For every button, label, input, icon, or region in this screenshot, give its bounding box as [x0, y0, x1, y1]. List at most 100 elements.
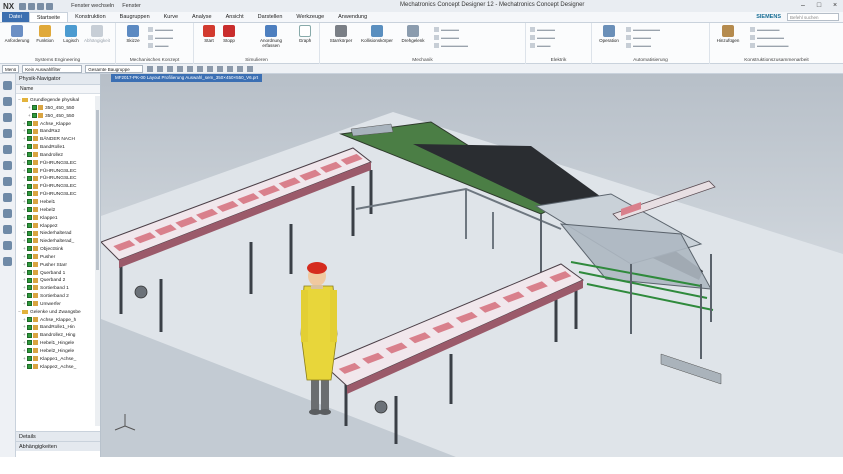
history-icon[interactable] [3, 193, 12, 202]
visibility-checkbox[interactable] [27, 285, 32, 291]
tree-item[interactable]: + Hebel2 [16, 206, 95, 214]
visibility-checkbox[interactable] [32, 105, 37, 111]
visibility-checkbox[interactable] [27, 238, 32, 244]
close-icon[interactable]: × [827, 0, 843, 12]
visibility-checkbox[interactable] [27, 144, 32, 150]
tree-item[interactable]: + Klappe2_Achse_ [16, 363, 95, 371]
tree-item[interactable]: + Klappe1_Achse_ [16, 355, 95, 363]
skizze-button[interactable]: Skizze [120, 25, 146, 43]
window-menu-button[interactable]: Fenster [122, 3, 141, 9]
tab-kurve[interactable]: Kurve [157, 12, 185, 22]
part-file-tab[interactable]: MF2017-PK-00 Layout Profilierung Auswahl… [111, 74, 263, 82]
tree-item[interactable]: + FÜHRUNGSLEC [16, 182, 95, 190]
tree-item[interactable]: + FÜHRUNGSLEC [16, 159, 95, 167]
layer-icon[interactable] [227, 65, 234, 72]
navigator-scrollbar[interactable] [95, 96, 100, 426]
tab-datei[interactable]: Datei [2, 12, 29, 22]
tab-werkzeuge[interactable]: Werkzeuge [289, 12, 331, 22]
visibility-checkbox[interactable] [27, 332, 32, 338]
mech-small-3[interactable]: ▬▬▬▬▬▬ [434, 43, 468, 48]
orient-icon[interactable] [247, 65, 254, 72]
visibility-checkbox[interactable] [27, 222, 32, 228]
visibility-checkbox[interactable] [27, 316, 32, 322]
visibility-checkbox[interactable] [27, 230, 32, 236]
mech-tool-1[interactable]: ▬▬▬▬ [148, 27, 173, 32]
assembly-navigator-icon[interactable] [3, 97, 12, 106]
tree-item[interactable]: + Hebel1_Hingele [16, 339, 95, 347]
visibility-checkbox[interactable] [27, 269, 32, 275]
tab-startseite[interactable]: Startseite [28, 12, 69, 22]
tab-analyse[interactable]: Analyse [185, 12, 219, 22]
tree-item[interactable]: + Niederhalterad [16, 229, 95, 237]
mech-tool-3[interactable]: ▬▬▬ [148, 43, 169, 48]
visibility-checkbox[interactable] [27, 277, 32, 283]
tree-item[interactable]: + Bandrolle2 [16, 151, 95, 159]
undo-icon[interactable] [28, 2, 36, 10]
tree-item[interactable]: + Achse_Klappe_h [16, 316, 95, 324]
tree-item[interactable]: + Querband 2 [16, 276, 95, 284]
column-header-name[interactable]: Name [16, 85, 100, 94]
tree-item[interactable]: + Sortierband 1 [16, 284, 95, 292]
graph-button[interactable]: Graph [292, 25, 318, 43]
constraint-navigator-icon[interactable] [3, 113, 12, 122]
visibility-checkbox[interactable] [27, 340, 32, 346]
tree-item[interactable]: + Querband 1 [16, 269, 95, 277]
visibility-checkbox[interactable] [27, 152, 32, 158]
scrollbar-thumb[interactable] [96, 110, 99, 270]
reuse-library-icon[interactable] [3, 161, 12, 170]
tree-item[interactable]: + Hebel1 [16, 198, 95, 206]
selection-filter-dropdown[interactable]: Kein Auswahlfilter [22, 64, 83, 73]
measure-icon[interactable] [237, 65, 244, 72]
anforderung-button[interactable]: Anforderung [4, 25, 30, 43]
section-icon[interactable] [197, 65, 204, 72]
graphics-window[interactable]: MF2017-PK-00 Layout Profilierung Auswahl… [101, 74, 843, 457]
tree-item[interactable]: + Hebel2_Hingele [16, 347, 95, 355]
auto-tool-3[interactable]: ▬▬▬▬ [626, 43, 651, 48]
elec-tool-2[interactable]: ▬▬▬▬ [530, 35, 555, 40]
tree-item[interactable]: + BandRolle1_Hin [16, 323, 95, 331]
system-materials-icon[interactable] [3, 241, 12, 250]
operation-button[interactable]: Operation [596, 25, 622, 43]
tab-darstellen[interactable]: Darstellen [251, 12, 290, 22]
tree-item[interactable]: + ObjectSink [16, 245, 95, 253]
roles-icon[interactable] [3, 225, 12, 234]
tree-item[interactable]: + BÄNDER NACH [16, 135, 95, 143]
menu-dropdown[interactable]: Menü [2, 64, 20, 73]
visibility-checkbox[interactable] [27, 120, 32, 126]
visibility-checkbox[interactable] [27, 183, 32, 189]
mech-tool-2[interactable]: ▬▬▬▬ [148, 35, 173, 40]
logisch-button[interactable]: Logisch [58, 25, 84, 43]
tree-item[interactable]: + BandRa2 [16, 127, 95, 135]
tree-folder[interactable]: − Gelenke und Zwangsbe [16, 308, 95, 316]
tree-item[interactable]: + Niederhalterad_ [16, 237, 95, 245]
redo-icon[interactable] [37, 2, 45, 10]
kollision-button[interactable]: Kollisionskörper [358, 25, 396, 43]
part-navigator-icon[interactable] [3, 81, 12, 90]
tree-item[interactable]: + Pusher Starr [16, 261, 95, 269]
collab-tool-3[interactable]: ▬▬▬▬▬▬▬ [750, 43, 789, 48]
visibility-checkbox[interactable] [32, 112, 37, 118]
mech-small-2[interactable]: ▬▬▬▬ [434, 35, 459, 40]
render-style-icon[interactable] [187, 65, 194, 72]
tree-item[interactable]: +350_450_550 [16, 112, 95, 120]
minimize-icon[interactable]: – [795, 0, 811, 12]
stopp-button[interactable]: Stopp [216, 25, 242, 43]
tree-item[interactable]: + FÜHRUNGSLEC [16, 167, 95, 175]
tab-baugruppen[interactable]: Baugruppen [113, 12, 157, 22]
visibility-checkbox[interactable] [27, 159, 32, 165]
abhaengigkeit-button[interactable]: Abhängigkeit [84, 25, 110, 43]
tree-item[interactable]: + Sortierband 2 [16, 292, 95, 300]
tab-anwendung[interactable]: Anwendung [331, 12, 374, 22]
tree-item[interactable]: + Klappe1 [16, 214, 95, 222]
visibility-checkbox[interactable] [27, 199, 32, 205]
snap-icon[interactable] [217, 65, 224, 72]
visibility-checkbox[interactable] [27, 175, 32, 181]
physics-navigator-icon[interactable] [3, 129, 12, 138]
tab-ansicht[interactable]: Ansicht [219, 12, 251, 22]
anordnung-button[interactable]: Anordnung erfassen [254, 25, 288, 48]
funktion-button[interactable]: Funktion [32, 25, 58, 43]
visibility-checkbox[interactable] [27, 324, 32, 330]
visibility-checkbox[interactable] [27, 167, 32, 173]
visibility-checkbox[interactable] [27, 254, 32, 260]
select-all-icon[interactable] [167, 65, 174, 72]
